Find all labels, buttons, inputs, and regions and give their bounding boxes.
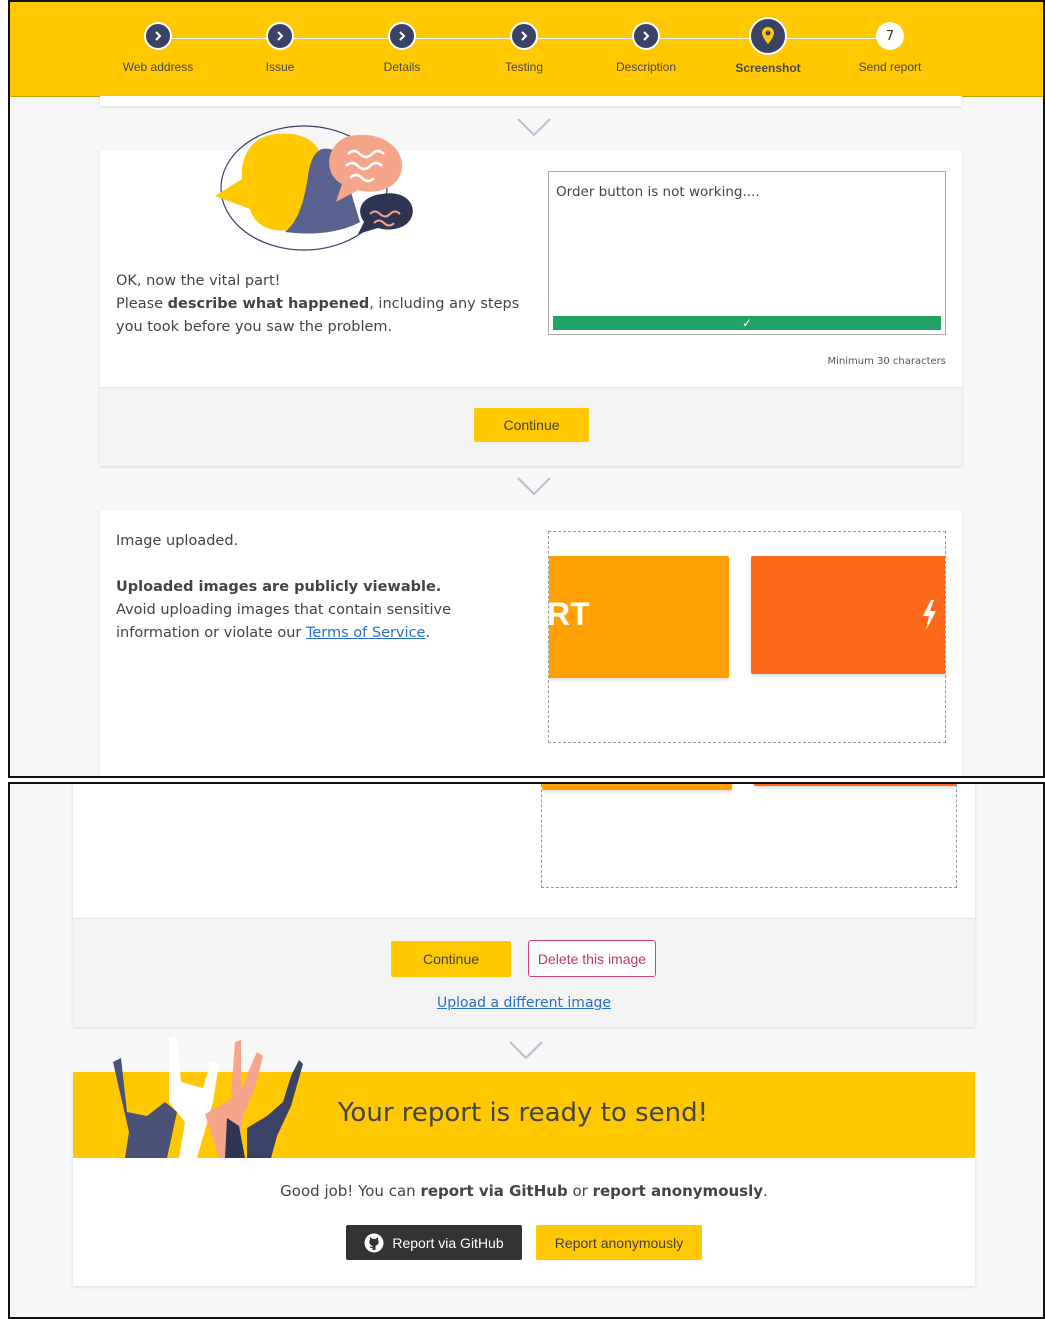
step-send-report[interactable]: 7 Send report bbox=[840, 22, 940, 74]
continue-button[interactable]: Continue bbox=[391, 941, 511, 977]
chevron-down-icon bbox=[517, 477, 551, 496]
step-label: Screenshot bbox=[735, 61, 801, 75]
step-testing[interactable]: Testing bbox=[474, 22, 574, 74]
chevron-down-icon bbox=[509, 1041, 543, 1060]
msg-anon: report anonymously bbox=[592, 1182, 764, 1200]
preview-text: RT bbox=[548, 596, 590, 632]
step-label: Testing bbox=[504, 60, 544, 74]
step-description[interactable]: Description bbox=[596, 22, 696, 74]
progress-stepper: Web address Issue Details Testing Descri… bbox=[10, 2, 1043, 97]
screenshot-card: Image uploaded. Uploaded images are publ… bbox=[100, 510, 962, 776]
intro-text: OK, now the vital part! bbox=[116, 273, 281, 289]
validation-bar: ✓ bbox=[553, 316, 941, 330]
image-preview: RT bbox=[548, 531, 946, 743]
send-report-card: Your report is ready to send! Good job! … bbox=[73, 1036, 975, 1286]
ready-title: Your report is ready to send! bbox=[338, 1098, 708, 1128]
speech-heads-illustration bbox=[215, 125, 413, 251]
msg-github: report via GitHub bbox=[420, 1182, 568, 1200]
screenshot-frame-bottom: Continue Delete this image Upload a diff… bbox=[8, 782, 1045, 1319]
lightning-icon bbox=[923, 600, 936, 630]
description-card-footer: Continue bbox=[100, 387, 962, 466]
step-screenshot[interactable]: Screenshot bbox=[718, 17, 818, 75]
delete-image-button[interactable]: Delete this image bbox=[528, 940, 656, 977]
step-label: Description bbox=[615, 60, 677, 74]
step-details[interactable]: Details bbox=[352, 22, 452, 74]
map-pin-icon bbox=[749, 17, 787, 55]
msg-post: . bbox=[763, 1182, 768, 1200]
github-icon bbox=[364, 1233, 384, 1252]
upload-different-row: Upload a different image bbox=[73, 995, 975, 1011]
chevron-right-icon bbox=[510, 22, 538, 50]
send-message: Good job! You can report via GitHub or r… bbox=[73, 1182, 975, 1200]
step-label: Web address bbox=[122, 60, 194, 74]
preview-tile-orange: RT bbox=[548, 556, 729, 678]
continue-button[interactable]: Continue bbox=[474, 408, 589, 442]
chevron-right-icon bbox=[388, 22, 416, 50]
chevron-right-icon bbox=[632, 22, 660, 50]
description-instructions: OK, now the vital part! Please describe … bbox=[116, 270, 526, 339]
min-characters-hint: Minimum 30 characters bbox=[827, 356, 946, 367]
upload-different-image-link[interactable]: Upload a different image bbox=[437, 995, 611, 1011]
public-warning: Uploaded images are publicly viewable. bbox=[116, 579, 442, 595]
step-label: Details bbox=[383, 60, 421, 74]
upload-info: Image uploaded. Uploaded images are publ… bbox=[116, 530, 516, 645]
previous-card-bottom bbox=[100, 96, 962, 106]
chevron-down-icon bbox=[517, 118, 551, 137]
warning-suffix: . bbox=[425, 625, 431, 641]
chevron-right-icon bbox=[266, 22, 294, 50]
msg-pre: Good job! You can bbox=[280, 1182, 421, 1200]
description-textarea[interactable]: Order button is not working.... ✓ bbox=[548, 171, 946, 335]
chevron-right-icon bbox=[144, 22, 172, 50]
celebrating-people-illustration bbox=[113, 1036, 303, 1158]
prompt-bold: describe what happened bbox=[167, 296, 370, 312]
step-web-address[interactable]: Web address bbox=[108, 22, 208, 74]
step-number: 7 bbox=[876, 22, 904, 50]
checkmark-icon: ✓ bbox=[741, 316, 753, 330]
prompt-text: Please describe what happened, including… bbox=[116, 293, 526, 339]
screenshot-frame-top: Web address Issue Details Testing Descri… bbox=[8, 0, 1045, 778]
warning-text: Avoid uploading images that contain sens… bbox=[116, 599, 516, 645]
screenshot-card-footer: Continue Delete this image Upload a diff… bbox=[73, 918, 975, 1027]
screenshot-card-continued: Continue Delete this image Upload a diff… bbox=[73, 784, 975, 1027]
github-button-label: Report via GitHub bbox=[392, 1234, 504, 1251]
step-issue[interactable]: Issue bbox=[230, 22, 330, 74]
preview-tile-red bbox=[751, 556, 945, 674]
step-label: Issue bbox=[265, 60, 295, 74]
report-via-github-button[interactable]: Report via GitHub bbox=[346, 1225, 522, 1260]
terms-of-service-link[interactable]: Terms of Service bbox=[306, 625, 425, 641]
report-anonymously-button[interactable]: Report anonymously bbox=[536, 1225, 702, 1260]
msg-mid: or bbox=[567, 1182, 593, 1200]
preview-tile-orange bbox=[542, 784, 732, 790]
textarea-value[interactable]: Order button is not working.... bbox=[556, 184, 760, 200]
upload-status: Image uploaded. bbox=[116, 533, 239, 549]
prompt-pre: Please bbox=[116, 296, 168, 312]
step-label: Send report bbox=[858, 60, 922, 74]
image-preview-continued bbox=[541, 784, 957, 888]
preview-tile-red bbox=[754, 784, 956, 786]
description-card: OK, now the vital part! Please describe … bbox=[100, 125, 962, 466]
